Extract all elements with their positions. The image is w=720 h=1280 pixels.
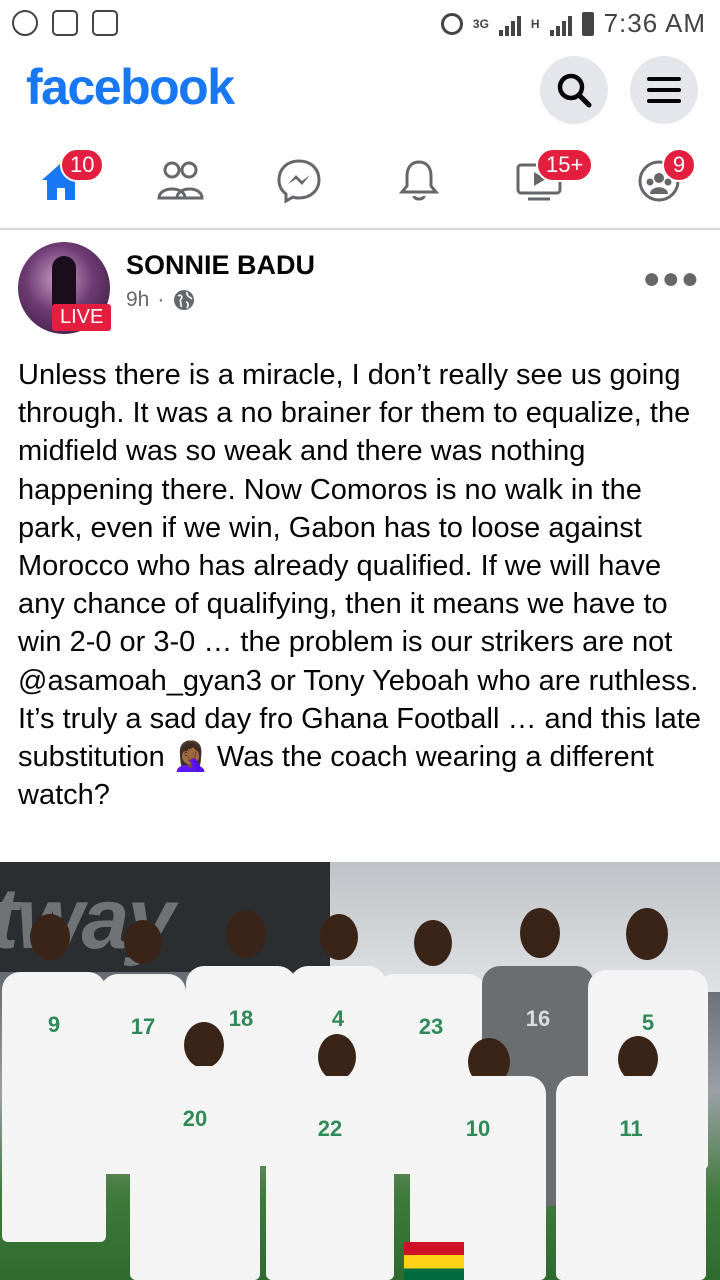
jersey-number: 9 — [47, 1012, 61, 1037]
ghana-flag — [404, 1242, 464, 1280]
tab-groups[interactable]: 9 — [624, 146, 696, 216]
battery-icon — [581, 11, 594, 36]
nav-tabs: 10 15+ 9 — [0, 132, 720, 230]
network-3g-label: 3G — [472, 16, 489, 31]
post-photo[interactable]: tway 9 17 18 4 23 16 5 20 22 10 11 — [0, 862, 720, 1280]
gallery-icon — [92, 10, 118, 36]
more-options-button[interactable]: ●●● — [643, 262, 700, 296]
clock: 7:36 AM — [603, 8, 706, 38]
meta-separator: · — [157, 288, 165, 311]
search-icon — [557, 73, 592, 108]
live-badge: LIVE — [52, 304, 112, 331]
alarm-icon — [440, 12, 463, 35]
jersey-number: 5 — [641, 1010, 655, 1035]
search-button[interactable] — [540, 56, 608, 124]
jersey-number: 18 — [228, 1006, 254, 1031]
signal-icon — [498, 12, 521, 36]
menu-button[interactable] — [630, 56, 698, 124]
groups-badge: 9 — [662, 148, 696, 182]
watch-badge: 15+ — [536, 148, 594, 182]
whatsapp-icon — [12, 10, 38, 36]
home-badge: 10 — [60, 148, 105, 182]
player: 20 — [130, 1066, 260, 1280]
player: 22 — [266, 1076, 394, 1280]
tab-home[interactable]: 10 — [26, 146, 105, 216]
post-header: LIVE SONNIE BADU 9h · ●●● — [0, 230, 720, 340]
facebook-logo[interactable]: facebook — [26, 58, 235, 116]
jersey-number: 22 — [317, 1116, 343, 1141]
post-time[interactable]: 9h — [126, 288, 149, 312]
jersey-number: 17 — [130, 1014, 156, 1039]
gmail-icon — [52, 10, 78, 36]
signal-icon-2 — [549, 12, 572, 36]
messenger-icon — [277, 159, 321, 204]
player: 11 — [556, 1076, 706, 1280]
post-text: Unless there is a miracle, I don’t reall… — [18, 359, 701, 812]
post-meta: 9h · — [126, 288, 196, 312]
post-author[interactable]: SONNIE BADU — [126, 250, 315, 281]
jersey-number: 10 — [465, 1116, 491, 1141]
network-h-label: H — [530, 16, 540, 31]
jersey-number: 16 — [525, 1006, 551, 1031]
jersey-number: 23 — [418, 1014, 444, 1039]
friends-icon — [157, 161, 204, 200]
globe-icon — [174, 290, 195, 310]
app-header: facebook — [0, 48, 720, 132]
jersey-number: 4 — [331, 1006, 345, 1031]
hamburger-icon — [647, 77, 681, 103]
player: 9 — [2, 972, 106, 1242]
jersey-number: 11 — [619, 1116, 643, 1141]
bell-icon — [398, 160, 440, 201]
tab-friends[interactable] — [145, 146, 215, 216]
tab-messenger[interactable] — [264, 146, 334, 216]
status-bar: 3G H 7:36 AM — [0, 0, 720, 48]
tab-notifications[interactable] — [384, 146, 454, 216]
jersey-number: 20 — [182, 1106, 208, 1131]
tab-watch[interactable]: 15+ — [504, 146, 594, 216]
